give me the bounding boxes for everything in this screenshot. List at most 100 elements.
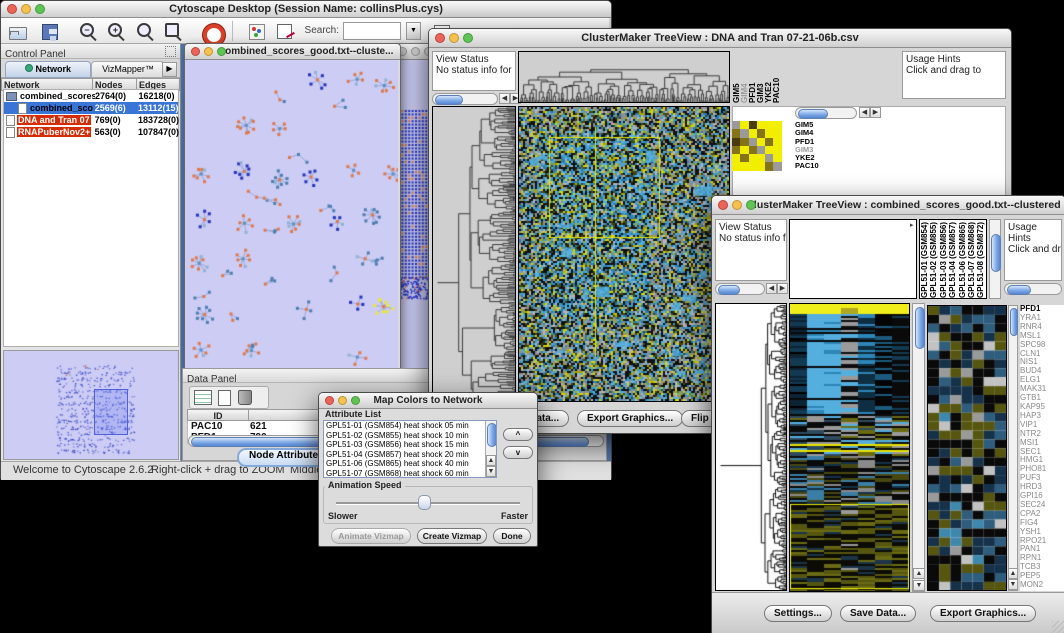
tv2-usage-hints-text: Click and drag to — [1005, 244, 1061, 255]
attribute-item[interactable]: GPL51-03 (GSM856) heat shock 15 min — [324, 440, 485, 450]
resize-grip[interactable] — [1052, 621, 1064, 633]
tv1-button-export-graphics---[interactable]: Export Graphics... — [577, 410, 683, 427]
node-count: 563(0) — [95, 127, 138, 137]
attribute-list-scrollbar[interactable]: ▲ ▼ — [485, 421, 496, 477]
scroll-right-icon[interactable]: ▶ — [870, 107, 881, 118]
tv2-gene-list[interactable]: PFD1YRA1RNR4MSL1SPC98CLN1NIS1BUD4ELG1MAK… — [1020, 305, 1064, 591]
new-attribute-icon[interactable] — [218, 390, 231, 406]
expand-arrow-icon[interactable]: ▸ — [910, 221, 914, 229]
tv2-gene-scrollbar[interactable]: ▲ ▼ — [1008, 305, 1018, 591]
tab-network[interactable]: Network — [5, 61, 91, 78]
tv2-status-scrollbar[interactable] — [715, 283, 765, 295]
dialog-button-create-vizmap[interactable]: Create Vizmap — [417, 528, 487, 544]
attribute-item[interactable]: GPL51-02 (GSM855) heat shock 10 min — [324, 431, 485, 441]
scroll-left-icon[interactable]: ◀ — [499, 93, 510, 104]
minimize-button[interactable] — [204, 47, 213, 56]
node-count: 2569(6) — [95, 103, 138, 113]
delete-attribute-icon[interactable] — [238, 390, 252, 405]
move-up-button[interactable]: ^ — [503, 428, 533, 441]
tv1-matrix-hscrollbar[interactable] — [795, 107, 857, 119]
search-input[interactable] — [343, 22, 401, 40]
dialog-button-animate-vizmap[interactable]: Animate Vizmap — [331, 528, 411, 544]
minimize-button[interactable] — [449, 33, 459, 43]
minimize-button[interactable] — [732, 200, 742, 210]
main-title-bar[interactable]: Cytoscape Desktop (Session Name: collins… — [1, 1, 611, 18]
select-attributes-icon[interactable] — [194, 390, 212, 405]
float-panel-icon[interactable] — [165, 46, 176, 57]
tab-vizmapper[interactable]: VizMapper™ — [91, 61, 165, 78]
network-name: DNA and Tran 07 — [17, 115, 91, 125]
tv1-heatmap[interactable] — [518, 106, 730, 402]
minimize-button[interactable] — [338, 396, 347, 405]
tv2-view-status-title: View Status — [716, 220, 786, 233]
main-window-title: Cytoscape Desktop (Session Name: collins… — [169, 3, 443, 15]
minimize-button[interactable] — [411, 47, 420, 56]
network-list-row[interactable]: RNAPuberNov2+563(0)107847(0) — [4, 126, 178, 138]
close-button[interactable] — [191, 47, 200, 56]
vizmapper-icon[interactable] — [246, 21, 266, 41]
network-view-canvas[interactable] — [185, 60, 398, 372]
map-colors-dialog: Map Colors to Network Attribute List GPL… — [318, 392, 538, 547]
tv1-column-dendrogram[interactable] — [518, 51, 730, 103]
close-button[interactable] — [718, 200, 728, 210]
status-welcome: Welcome to Cytoscape 2.6.2 — [13, 464, 153, 476]
network-list-row[interactable]: combined_scores2764(0)16218(0) — [4, 90, 178, 102]
search-dropdown-arrow-icon[interactable]: ▼ — [406, 22, 421, 40]
minimize-button[interactable] — [21, 4, 31, 14]
network-frame-title-bar[interactable]: combined_scores_good.txt--cluste... — [185, 44, 400, 60]
treeview1-title-bar[interactable]: ClusterMaker TreeView : DNA and Tran 07-… — [429, 29, 1011, 48]
zoom-button[interactable] — [35, 4, 45, 14]
network-list-row[interactable]: combined_sco2569(6)13112(15) — [4, 102, 178, 114]
move-down-button[interactable]: v — [503, 446, 533, 459]
zoom-in-icon[interactable]: + — [106, 21, 126, 41]
tv1-view-status-text: No status info for — [433, 65, 515, 76]
network-name-cell: DNA and Tran 07 — [4, 115, 95, 126]
attribute-item[interactable]: GPL51-06 (GSM865) heat shock 40 min — [324, 459, 485, 469]
tv2-collabel-scrollbar[interactable] — [989, 219, 1001, 299]
zoom-button[interactable] — [217, 47, 226, 56]
tv1-status-scrollbar[interactable] — [432, 93, 498, 105]
treeview2-title-bar[interactable]: ClusterMaker TreeView : combined_scores_… — [712, 196, 1064, 215]
zoom-selected-icon[interactable] — [163, 21, 183, 41]
attribute-listbox[interactable]: GPL51-01 (GSM854) heat shock 05 minGPL51… — [323, 420, 497, 478]
attribute-item[interactable]: GPL51-04 (GSM857) heat shock 20 min — [324, 450, 485, 460]
gene-label[interactable]: MON2 — [1020, 581, 1064, 590]
attribute-item[interactable]: GPL51-01 (GSM854) heat shock 05 min — [324, 421, 485, 431]
tv2-heatmap[interactable] — [789, 303, 910, 592]
scroll-left-icon[interactable]: ◀ — [766, 283, 777, 294]
tv2-button-settings---[interactable]: Settings... — [764, 605, 832, 622]
tv2-column-tree-area[interactable] — [789, 219, 917, 299]
zoom-out-icon[interactable]: − — [78, 21, 98, 41]
tv2-button-save-data---[interactable]: Save Data... — [840, 605, 916, 622]
tv2-heatmap-vscrollbar[interactable]: ▲ ▼ — [912, 303, 925, 592]
tv2-hints-scrollbar[interactable] — [1004, 283, 1062, 295]
tv2-zoom-heatmap[interactable] — [927, 305, 1007, 591]
attribute-item[interactable]: GPL51-07 (GSM868) heat shock 60 min — [324, 469, 485, 478]
dialog-button-done[interactable]: Done — [493, 528, 531, 544]
tv1-row-dendrogram[interactable] — [432, 106, 516, 402]
zoom-fit-icon[interactable] — [135, 21, 155, 41]
tv2-row-dendrogram[interactable] — [715, 303, 787, 591]
speed-slider-thumb[interactable] — [418, 495, 431, 510]
scroll-left-icon[interactable]: ◀ — [859, 107, 870, 118]
network-list-row[interactable]: DNA and Tran 07769(0)183728(0) — [4, 114, 178, 126]
open-file-icon[interactable] — [9, 21, 29, 41]
zoom-button[interactable] — [463, 33, 473, 43]
close-button[interactable] — [435, 33, 445, 43]
dialog-title-bar[interactable]: Map Colors to Network — [319, 393, 537, 409]
close-button[interactable] — [325, 396, 334, 405]
birdseye-view[interactable] — [3, 350, 179, 460]
help-lifesaver-icon[interactable] — [200, 21, 220, 41]
zoom-button[interactable] — [351, 396, 360, 405]
matrix-cell — [765, 154, 773, 162]
close-button[interactable] — [7, 4, 17, 14]
tv2-button-export-graphics---[interactable]: Export Graphics... — [930, 605, 1036, 622]
data-column-id[interactable]: ID — [187, 409, 249, 421]
birdseye-viewport-rect[interactable] — [94, 389, 128, 435]
zoom-button[interactable] — [746, 200, 756, 210]
annotation-icon[interactable] — [274, 21, 294, 41]
tab-overflow-arrow-icon[interactable]: ▶ — [162, 62, 177, 77]
save-icon[interactable] — [39, 21, 59, 41]
tv1-mini-matrix[interactable] — [732, 121, 782, 171]
scroll-right-icon[interactable]: ▶ — [777, 283, 788, 294]
